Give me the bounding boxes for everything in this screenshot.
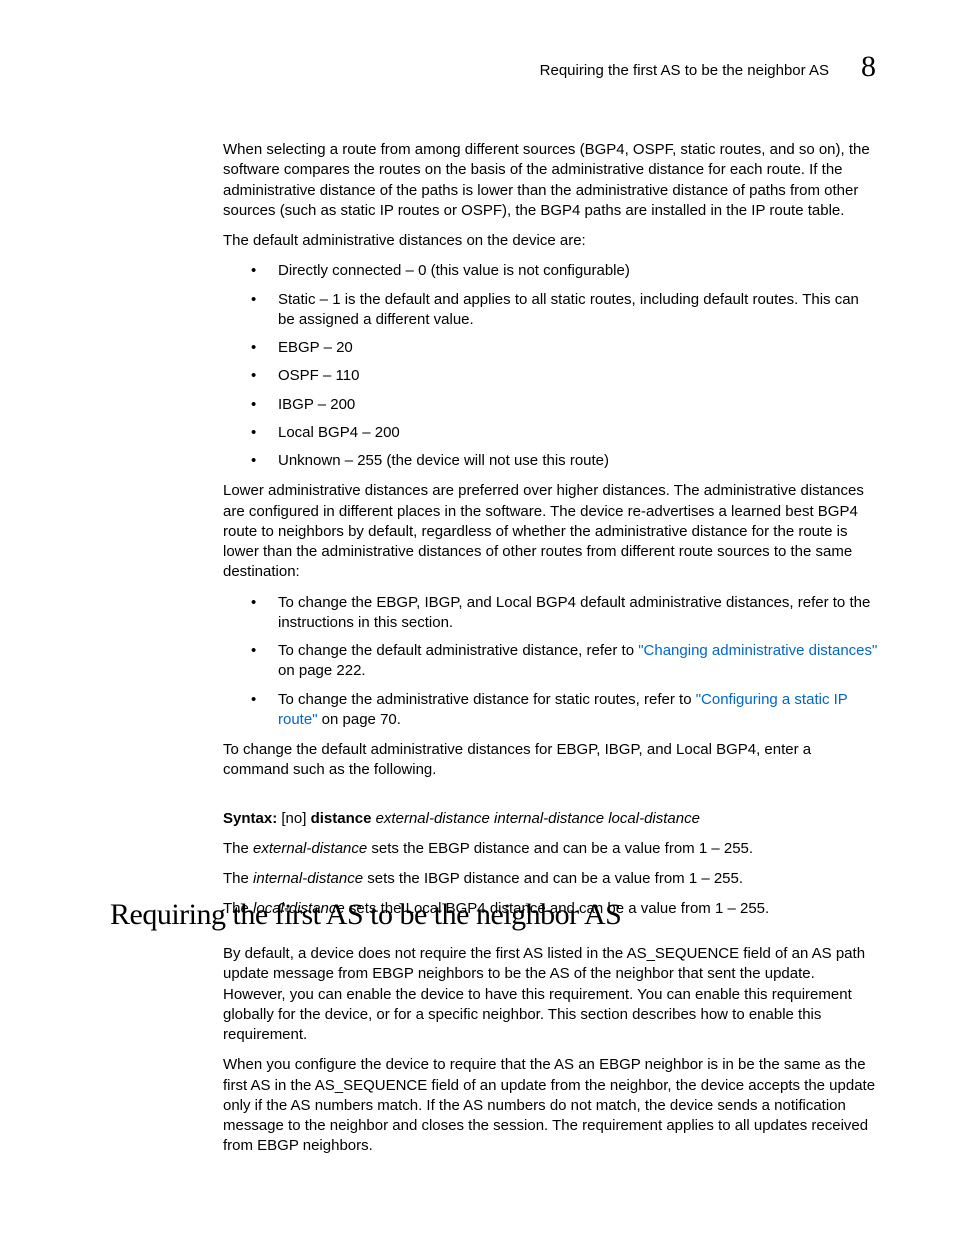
bullet-list: Directly connected – 0 (this value is no…: [223, 261, 878, 471]
list-item: Static – 1 is the default and applies to…: [223, 290, 878, 331]
text: The: [223, 870, 253, 887]
section-heading: Requiring the first AS to be the neighbo…: [110, 898, 621, 932]
paragraph: Lower administrative distances are prefe…: [223, 481, 878, 582]
list-item: To change the EBGP, IBGP, and Local BGP4…: [223, 593, 878, 634]
paragraph: The external-distance sets the EBGP dist…: [223, 839, 878, 859]
chapter-number: 8: [861, 50, 876, 84]
bullet-list: To change the EBGP, IBGP, and Local BGP4…: [223, 593, 878, 731]
header-title: Requiring the first AS to be the neighbo…: [540, 62, 829, 79]
syntax-args: external-distance internal-distance loca…: [376, 810, 700, 827]
variable: internal-distance: [253, 870, 363, 887]
text: on page 70.: [318, 711, 401, 728]
paragraph: The default administrative distances on …: [223, 231, 878, 251]
paragraph: The internal-distance sets the IBGP dist…: [223, 869, 878, 889]
cross-reference-link[interactable]: "Changing administrative distances": [638, 642, 877, 659]
list-item: To change the default administrative dis…: [223, 641, 878, 682]
text: To change the default administrative dis…: [278, 642, 638, 659]
list-item: EBGP – 20: [223, 338, 878, 358]
paragraph: When selecting a route from among differ…: [223, 140, 878, 221]
syntax-no: [no]: [281, 810, 306, 827]
section-body: By default, a device does not require th…: [223, 944, 878, 1167]
paragraph: To change the default administrative dis…: [223, 740, 878, 781]
variable: external-distance: [253, 840, 367, 857]
list-item: OSPF – 110: [223, 366, 878, 386]
text: sets the EBGP distance and can be a valu…: [367, 840, 753, 857]
text: The: [223, 840, 253, 857]
main-content: When selecting a route from among differ…: [223, 140, 878, 930]
syntax-command: distance: [311, 810, 372, 827]
list-item: IBGP – 200: [223, 395, 878, 415]
list-item: Local BGP4 – 200: [223, 423, 878, 443]
syntax-label: Syntax:: [223, 810, 277, 827]
paragraph: When you configure the device to require…: [223, 1055, 878, 1156]
list-item: Unknown – 255 (the device will not use t…: [223, 451, 878, 471]
list-item: To change the administrative distance fo…: [223, 690, 878, 731]
paragraph: By default, a device does not require th…: [223, 944, 878, 1045]
list-item: Directly connected – 0 (this value is no…: [223, 261, 878, 281]
text: To change the administrative distance fo…: [278, 691, 696, 708]
text: on page 222.: [278, 662, 366, 679]
text: sets the IBGP distance and can be a valu…: [363, 870, 743, 887]
syntax-line: Syntax: [no] distance external-distance …: [223, 809, 878, 829]
